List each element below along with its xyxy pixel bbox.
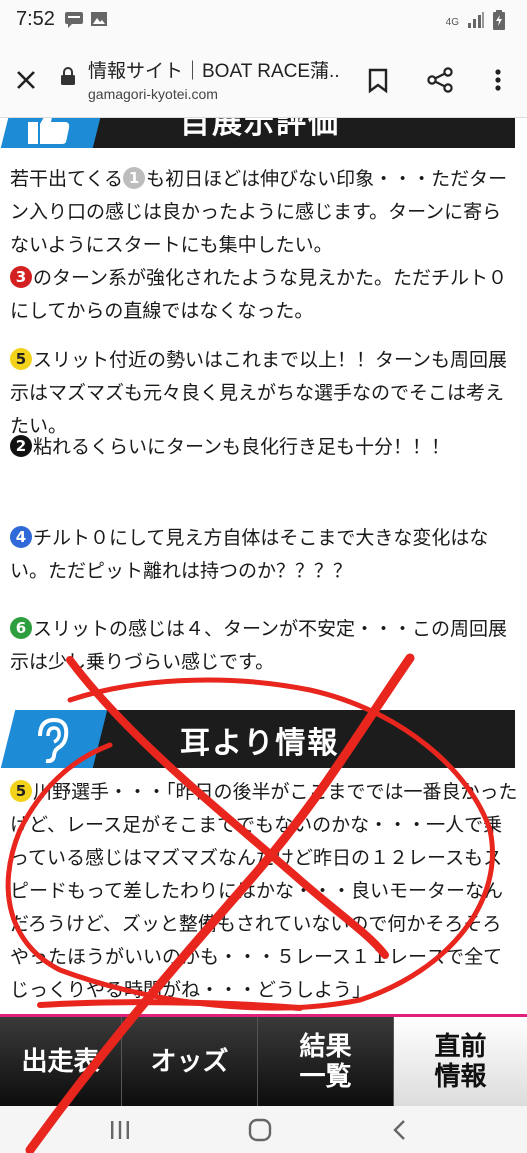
signal-icon bbox=[467, 11, 485, 33]
comment-text: 粘れるくらいにターンも良化行き足も十分！！！ bbox=[33, 436, 451, 458]
ear-icon bbox=[32, 716, 72, 768]
comment-text: スリットの感じは４、ターンが不安定・・・この周回展示は少し乗りづらい感じです。 bbox=[10, 618, 508, 673]
boat-badge-6: 6 bbox=[10, 617, 32, 639]
rumor-text: 川野選手・・・「昨日の後半がここまででは一番良かったけど、レース足がそこまででも… bbox=[10, 781, 518, 1001]
home-icon[interactable] bbox=[240, 1116, 280, 1144]
tab-odds[interactable]: オッズ bbox=[122, 1017, 258, 1106]
boat-badge-5: 5 bbox=[10, 348, 32, 370]
boat-badge-1: 1 bbox=[123, 167, 146, 189]
comment-boat-3: 3 のターン系が強化されたような見えかた。ただチルト０にしてからの直線ではなくなっ… bbox=[10, 262, 520, 328]
site-bottom-nav: 出走表 オッズ 結果 一覧 直前 情報 bbox=[0, 1014, 527, 1106]
recents-icon[interactable] bbox=[100, 1116, 140, 1144]
close-icon[interactable] bbox=[8, 62, 44, 98]
boat-badge-5: 5 bbox=[10, 780, 32, 802]
browser-toolbar: 情報サイト｜BOAT RACE蒲... gamagori-kyotei.com bbox=[0, 42, 527, 118]
comment-boat-1: 若干出てくる 1 も初日ほどは伸びない印象・・・ただターン入り口の感じは良かったよう… bbox=[10, 167, 508, 256]
comment-boat-4: 4 チルト０にして見え方自体はそこまで大きな変化はない。ただピット離れは持つのか？… bbox=[10, 522, 520, 588]
page-title: 情報サイト｜BOAT RACE蒲... bbox=[88, 61, 338, 82]
lock-icon bbox=[60, 66, 76, 90]
page-content: 目展示評価 若干出てくる 1 も初日ほどは伸びない印象・・・ただターン入り口の感じは… bbox=[0, 118, 527, 1014]
comment-boat-5: 5 スリット付近の勢いはこれまで以上！！ターンも周回展示はマズマズも元々良く見えが… bbox=[10, 344, 520, 443]
boat-badge-3: 3 bbox=[10, 266, 32, 288]
comment-text: スリット付近の勢いはこれまで以上！！ターンも周回展示はマズマズも元々良く見えがち… bbox=[10, 349, 508, 437]
comment-text: のターン系が強化されたような見えかた。ただチルト０にしてからの直線ではなくなった… bbox=[10, 267, 508, 322]
boat-badge-2: 2 bbox=[10, 435, 32, 457]
rumor-comment: 5 川野選手・・・「昨日の後半がここまででは一番良かったけど、レース足がそこまでで… bbox=[10, 776, 520, 1007]
android-nav-bar bbox=[0, 1106, 527, 1153]
comment-boat-2: 2 粘れるくらいにターンも良化行き足も十分！！！ bbox=[10, 431, 520, 464]
tab-results[interactable]: 結果 一覧 bbox=[258, 1017, 394, 1106]
battery-icon bbox=[493, 10, 505, 34]
bookmark-icon[interactable] bbox=[360, 62, 396, 98]
sms-icon bbox=[64, 10, 84, 32]
rumor-section-title: 耳より情報 bbox=[180, 726, 340, 761]
thumbs-up-icon bbox=[28, 118, 72, 150]
share-icon[interactable] bbox=[422, 62, 458, 98]
exhibition-section-title: 目展示評価 bbox=[180, 118, 340, 141]
image-icon bbox=[90, 10, 108, 32]
page-url[interactable]: gamagori-kyotei.com bbox=[88, 86, 218, 102]
comment-boat-6: 6 スリットの感じは４、ターンが不安定・・・この周回展示は少し乗りづらい感じです。 bbox=[10, 613, 520, 679]
comment-text: チルト０にして見え方自体はそこまで大きな変化はない。ただピット離れは持つのか？？… bbox=[10, 527, 489, 582]
tab-pre-race-info[interactable]: 直前 情報 bbox=[394, 1017, 527, 1106]
exhibition-section-header: 目展示評価 bbox=[0, 118, 527, 148]
status-time: 7:52 bbox=[16, 8, 55, 30]
back-icon[interactable] bbox=[380, 1116, 420, 1144]
status-bar: 7:52 4G bbox=[0, 0, 527, 42]
boat-badge-4: 4 bbox=[10, 526, 32, 548]
network-label: 4G bbox=[445, 16, 459, 28]
more-icon[interactable] bbox=[480, 62, 516, 98]
tab-race-card[interactable]: 出走表 bbox=[0, 1017, 122, 1106]
rumor-section-header: 耳より情報 bbox=[0, 710, 527, 768]
